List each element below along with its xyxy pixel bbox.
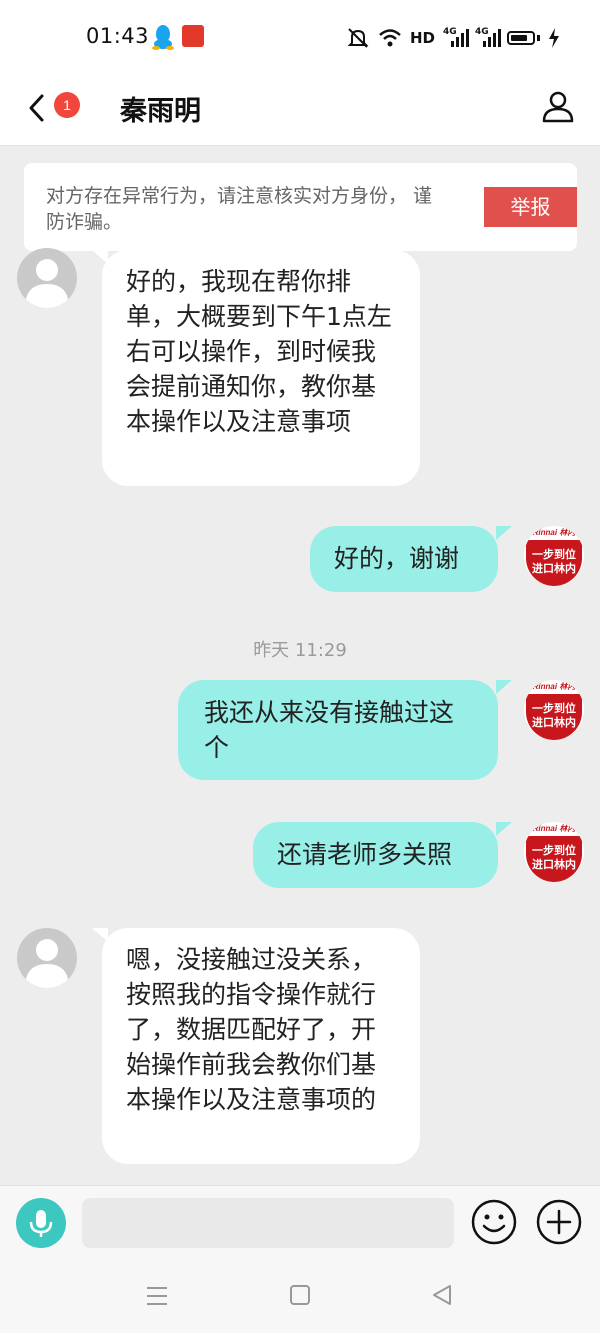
person-icon[interactable] (540, 88, 576, 124)
charging-icon (549, 28, 559, 48)
battery-tip (537, 35, 540, 41)
battery-icon (507, 31, 535, 45)
system-nav-bar (0, 1257, 600, 1333)
message-bubble[interactable]: 嗯，没接触过没关系，按照我的指令操作就行了，数据匹配好了，开始操作前我会教你们基… (102, 928, 420, 1164)
signal-icon: 4G (475, 27, 501, 49)
microphone-icon (29, 1210, 53, 1237)
message-bubble[interactable]: 还请老师多关照 (253, 822, 498, 888)
bubble-tail (496, 680, 512, 694)
input-bar (0, 1185, 600, 1257)
voice-button[interactable] (16, 1198, 66, 1248)
avatar[interactable]: Rinnai 林内 一步到位 进口林内 (524, 526, 584, 586)
message-timestamp: 昨天 11:29 (253, 640, 347, 661)
message-bubble[interactable]: 好的，我现在帮你排单，大概要到下午1点左右可以操作，到时候我会提前通知你，教你基… (102, 250, 420, 486)
smiley-icon[interactable] (470, 1198, 518, 1246)
wifi-icon (379, 29, 401, 47)
message-bubble[interactable]: 好的，谢谢 (310, 526, 498, 592)
message-bubble[interactable]: 我还从来没有接触过这个 (178, 680, 498, 780)
message-input[interactable] (82, 1198, 454, 1248)
square-home-icon[interactable] (289, 1284, 311, 1306)
fraud-warning-card: 对方存在异常行为，请注意核实对方身份， 谨防诈骗。 举报 (24, 163, 577, 251)
report-button[interactable]: 举报 (484, 187, 577, 227)
page-title: 秦雨明 (120, 96, 201, 127)
chat-header: 1 秦雨明 (0, 72, 600, 146)
app-notification-icon (182, 25, 204, 47)
avatar[interactable] (17, 248, 77, 308)
unread-badge: 1 (54, 92, 80, 118)
status-time: 01:43 (86, 24, 150, 48)
triangle-back-icon[interactable] (430, 1283, 454, 1307)
avatar[interactable]: Rinnai 林内 一步到位 进口林内 (524, 822, 584, 882)
mute-bell-icon (347, 28, 369, 48)
hd-label: HD (409, 29, 435, 47)
plus-icon[interactable] (535, 1198, 583, 1246)
qq-penguin-icon (152, 25, 174, 50)
menu-icon[interactable] (145, 1285, 169, 1307)
avatar[interactable] (17, 928, 77, 988)
bubble-tail (496, 526, 512, 540)
chevron-left-icon[interactable] (22, 88, 54, 128)
warning-text: 对方存在异常行为，请注意核实对方身份， 谨防诈骗。 (46, 185, 433, 233)
status-bar: 01:43 HD 4G 4G (0, 0, 600, 72)
bubble-tail (496, 822, 512, 836)
avatar[interactable]: Rinnai 林内 一步到位 进口林内 (524, 680, 584, 740)
signal-icon: 4G (443, 27, 469, 49)
